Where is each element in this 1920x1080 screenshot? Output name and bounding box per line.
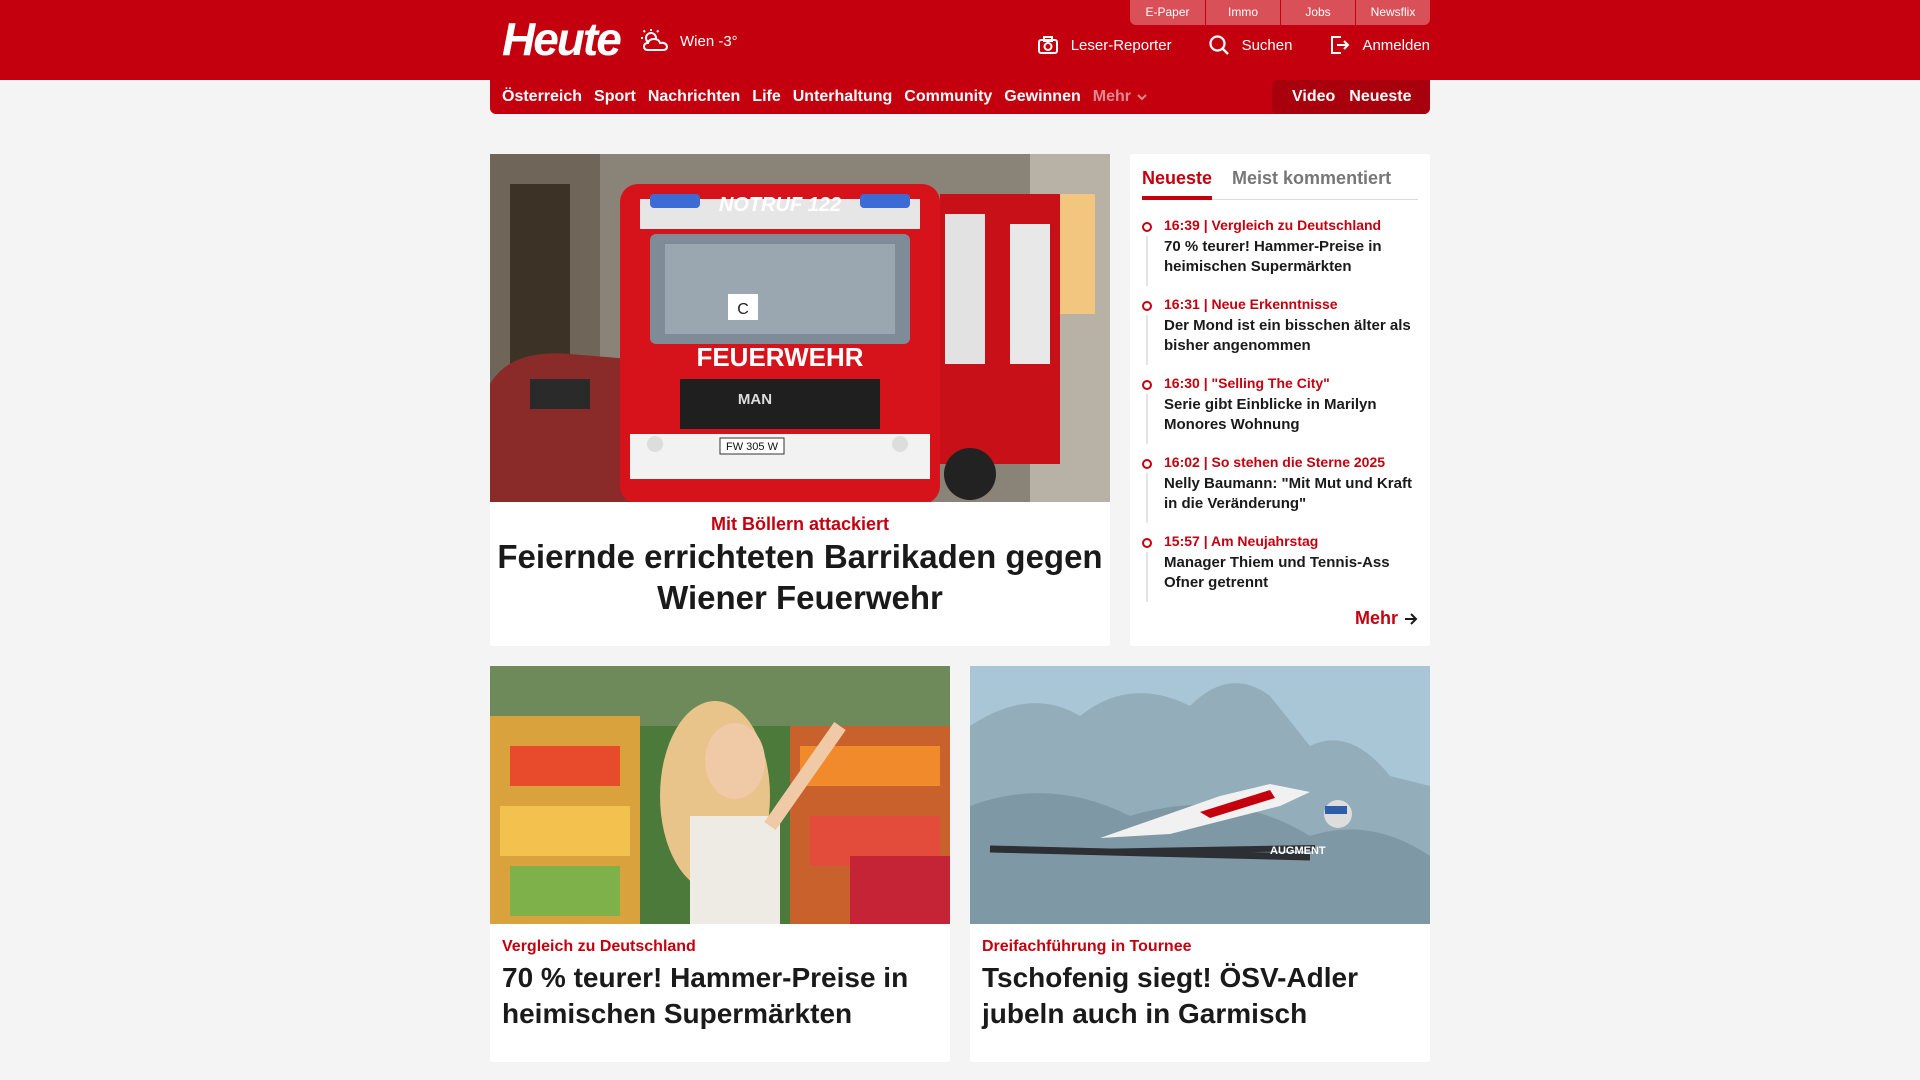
ski-sponsor-text: AUGMENT — [1270, 845, 1326, 857]
nav-item-video[interactable]: Video — [1292, 88, 1335, 106]
timeline-line — [1146, 394, 1148, 444]
feed-item[interactable]: 16:31 | Neue Erkenntnisse Der Mond ist e… — [1142, 295, 1418, 374]
weather-text: Wien -3° — [680, 32, 738, 50]
login-button[interactable]: Anmelden — [1328, 34, 1430, 56]
nav-item-oesterreich[interactable]: Österreich — [502, 88, 582, 106]
nav-item-unterhaltung[interactable]: Unterhaltung — [793, 88, 893, 106]
top-bar: Heute Wien -3° E-Paper Immo Jobs Newsfli… — [0, 0, 1920, 80]
article-card[interactable]: AUGMENT Dreifachführung in Tournee Tscho… — [970, 666, 1430, 1062]
leser-reporter-label: Leser-Reporter — [1070, 36, 1172, 54]
feed-item-meta: 15:57 | Am Neujahrstag — [1164, 533, 1319, 549]
chevron-down-icon — [1137, 94, 1147, 101]
feed-item-meta: 16:31 | Neue Erkenntnisse — [1164, 296, 1338, 312]
card-kicker[interactable]: Dreifachführung in Tournee — [982, 938, 1191, 956]
timeline-line — [1146, 552, 1148, 602]
timeline-line — [1146, 236, 1148, 286]
card-image-ski-jumper[interactable]: AUGMENT — [970, 666, 1430, 924]
search-label: Suchen — [1241, 36, 1293, 54]
header-actions: Leser-Reporter Suchen Anmelden — [1037, 34, 1430, 56]
latest-news-sidebar: Neueste Meist kommentiert 16:39 | Vergle… — [1130, 154, 1430, 646]
hero-headline[interactable]: Feiernde errichteten Barrikaden gegen Wi… — [490, 536, 1110, 618]
search-button[interactable]: Suchen — [1208, 34, 1293, 56]
nav-item-gewinnen[interactable]: Gewinnen — [1004, 88, 1080, 106]
feed-item[interactable]: 15:57 | Am Neujahrstag Manager Thiem und… — [1142, 532, 1418, 611]
utility-link-jobs[interactable]: Jobs — [1280, 0, 1355, 25]
sidebar-more-link[interactable]: Mehr — [1355, 608, 1418, 629]
timeline-dot-icon — [1142, 380, 1152, 390]
login-icon — [1331, 36, 1350, 54]
feed-item[interactable]: 16:39 | Vergleich zu Deutschland 70 % te… — [1142, 216, 1418, 295]
heute-logo[interactable]: Heute — [502, 12, 622, 66]
timeline-dot-icon — [1142, 538, 1152, 548]
feed-item-title[interactable]: 70 % teurer! Hammer-Preise in heimischen… — [1164, 237, 1418, 277]
nav-more-label: Mehr — [1092, 88, 1131, 105]
feed-item-meta: 16:30 | "Selling The City" — [1164, 375, 1330, 391]
sidebar-tabs: Neueste Meist kommentiert — [1142, 162, 1418, 200]
tab-meist-kommentiert[interactable]: Meist kommentiert — [1232, 162, 1391, 199]
feed-item-title[interactable]: Serie gibt Einblicke in Marilyn Monores … — [1164, 395, 1418, 435]
truck-badge: FEUERWEHR — [696, 342, 863, 372]
truck-plate: FW 305 W — [726, 441, 779, 453]
truck-sign: NOTRUF 122 — [719, 194, 841, 216]
utility-link-immo[interactable]: Immo — [1205, 0, 1280, 25]
hero-image-fire-truck[interactable]: C NOTRUF 122 FEUERWEHR MAN FW 305 W — [490, 154, 1110, 502]
feed-item-title[interactable]: Der Mond ist ein bisschen älter als bish… — [1164, 316, 1418, 356]
news-feed: 16:39 | Vergleich zu Deutschland 70 % te… — [1142, 216, 1418, 611]
tab-neueste[interactable]: Neueste — [1142, 162, 1213, 200]
timeline-line — [1146, 473, 1148, 523]
feed-item-title[interactable]: Manager Thiem und Tennis-Ass Ofner getre… — [1164, 553, 1418, 593]
arrow-right-icon — [1405, 612, 1418, 625]
login-label: Anmelden — [1362, 36, 1430, 54]
feed-item[interactable]: 16:30 | "Selling The City" Serie gibt Ei… — [1142, 374, 1418, 453]
timeline-line — [1146, 315, 1148, 365]
feed-item-meta: 16:02 | So stehen die Sterne 2025 — [1164, 454, 1386, 470]
search-icon — [1208, 35, 1229, 55]
hero-article[interactable]: C NOTRUF 122 FEUERWEHR MAN FW 305 W Mit … — [490, 154, 1110, 646]
nav-more-dropdown[interactable]: Mehr — [1093, 88, 1147, 106]
feed-item-title[interactable]: Nelly Baumann: "Mit Mut und Kraft in die… — [1164, 474, 1418, 514]
weather-widget: Wien -3° — [640, 28, 738, 54]
card-headline[interactable]: Tschofenig siegt! ÖSV-Adler jubeln auch … — [982, 960, 1412, 1032]
utility-links: E-Paper Immo Jobs Newsflix — [1130, 0, 1430, 25]
nav-item-nachrichten[interactable]: Nachrichten — [648, 88, 740, 106]
timeline-dot-icon — [1142, 301, 1152, 311]
card-image-supermarket[interactable] — [490, 666, 950, 924]
card-kicker[interactable]: Vergleich zu Deutschland — [502, 938, 696, 956]
nav-item-sport[interactable]: Sport — [594, 88, 636, 106]
camera-icon — [1037, 36, 1058, 54]
utility-link-newsflix[interactable]: Newsflix — [1355, 0, 1430, 25]
card-headline[interactable]: 70 % teurer! Hammer-Preise in heimischen… — [502, 960, 932, 1032]
timeline-dot-icon — [1142, 222, 1152, 232]
truck-letter: C — [737, 301, 749, 318]
truck-brand: MAN — [738, 391, 772, 408]
feed-item[interactable]: 16:02 | So stehen die Sterne 2025 Nelly … — [1142, 453, 1418, 532]
feed-item-meta: 16:39 | Vergleich zu Deutschland — [1164, 217, 1382, 233]
partly-cloudy-icon — [641, 29, 669, 51]
sidebar-more-label: Mehr — [1354, 608, 1398, 628]
nav-right-group: Video Neueste — [1272, 80, 1430, 114]
article-card[interactable]: Vergleich zu Deutschland 70 % teurer! Ha… — [490, 666, 950, 1062]
utility-link-epaper[interactable]: E-Paper — [1130, 0, 1205, 25]
nav-item-life[interactable]: Life — [752, 88, 780, 106]
hero-kicker[interactable]: Mit Böllern attackiert — [490, 514, 1110, 535]
nav-item-community[interactable]: Community — [904, 88, 992, 106]
leser-reporter-button[interactable]: Leser-Reporter — [1037, 34, 1172, 56]
timeline-dot-icon — [1142, 459, 1152, 469]
nav-item-neueste[interactable]: Neueste — [1349, 88, 1411, 106]
main-navigation: Österreich Sport Nachrichten Life Unterh… — [490, 80, 1430, 114]
